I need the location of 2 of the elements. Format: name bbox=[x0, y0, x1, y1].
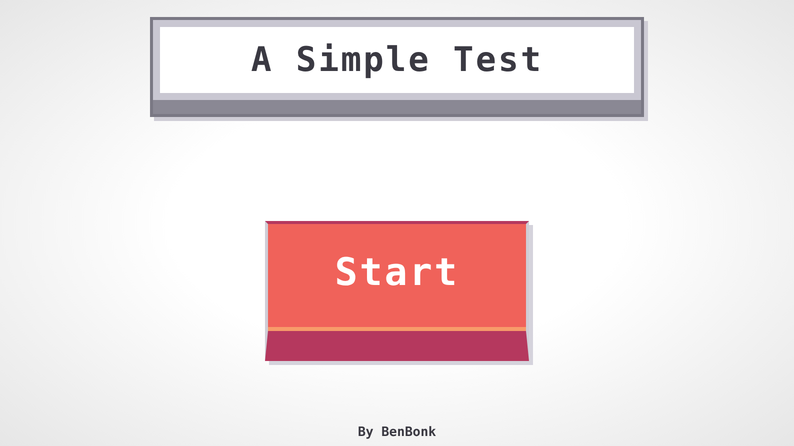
title-text: A Simple Test bbox=[250, 38, 544, 82]
credit-text: By BenBonk bbox=[358, 424, 436, 442]
